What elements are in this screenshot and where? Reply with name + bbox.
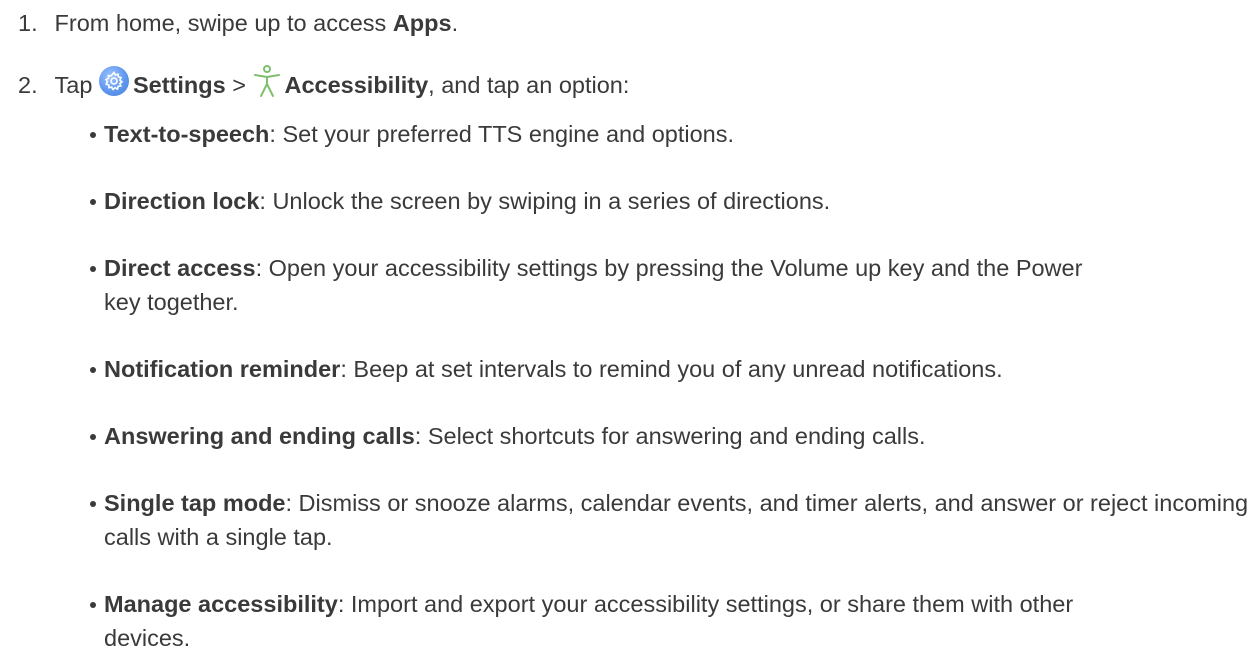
step-text: From home, swipe up to access Apps. [55,10,459,37]
list-item: Manage accessibility: Import and export … [90,587,1240,655]
step-text-pre: Tap [54,72,99,98]
step-number: 2. [18,72,38,98]
settings-gear-icon [98,66,129,96]
bullet-dot [90,602,96,608]
bullet-dot [90,199,96,205]
accessibility-label: Accessibility [284,72,429,98]
bullet-dot [90,501,96,507]
bullet-dot [90,266,96,272]
list-item: Single tap mode: Dismiss or snooze alarm… [90,486,1248,554]
step-text-post: . [451,10,459,36]
path-separator: > [225,72,253,98]
step-1: 1. From home, swipe up to access Apps. [18,10,458,37]
list-item: Answering and ending calls: Select short… [90,419,1240,453]
settings-label: Settings [132,72,226,98]
apps-label: Apps [392,10,452,36]
bullet-dot [90,132,96,138]
list-item: Direction lock: Unlock the screen by swi… [90,184,1240,218]
option-title: Text-to-speech [104,121,270,147]
option-desc: : Beep at set intervals to remind you of… [340,356,1003,382]
option-title: Direction lock [104,188,260,214]
option-desc: : Select shortcuts for answering and end… [414,423,926,449]
option-title: Direct access [104,255,256,281]
list-item: Text-to-speech: Set your preferred TTS e… [90,117,1240,151]
list-item: Direct access: Open your accessibility s… [90,251,1240,319]
option-desc: : Unlock the screen by swiping in a seri… [259,188,831,214]
step-text-post: , and tap an option: [428,72,630,98]
option-desc: : Set your preferred TTS engine and opti… [269,121,735,147]
option-title: Answering and ending calls [104,423,415,449]
option-title: Single tap mode [104,490,286,516]
list-item: Notification reminder: Beep at set inter… [90,352,1240,386]
step-text-pre: From home, swipe up to access [54,10,393,36]
bullet-dot [90,367,96,373]
step-number: 1. [18,10,38,36]
step-text: Tap Settings > Accessibility, and tap an… [54,64,630,99]
accessibility-person-icon [254,65,281,97]
step-2: 2. Tap Settings > Accessibility, and tap… [18,64,629,99]
option-title: Notification reminder [104,356,341,382]
option-title: Manage accessibility [104,591,338,617]
bullet-dot [90,434,96,440]
